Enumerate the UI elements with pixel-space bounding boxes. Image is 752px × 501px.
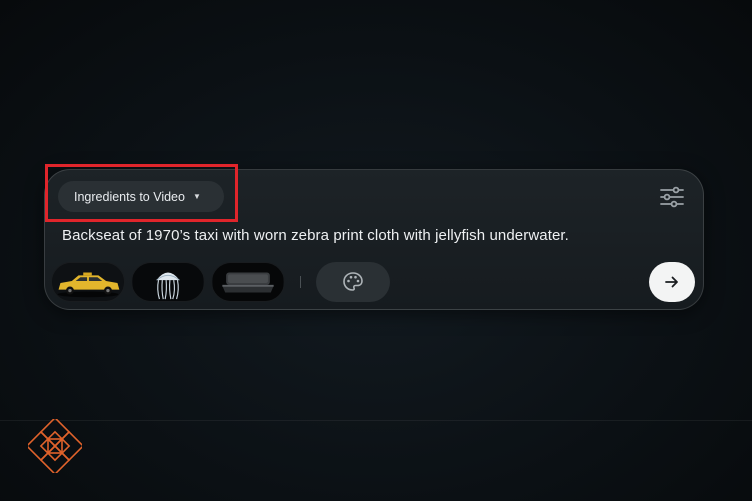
geometric-flower-logo: [28, 419, 82, 473]
yellow-taxi-thumbnail[interactable]: [51, 262, 125, 302]
divider-line: [0, 420, 752, 421]
sliders-icon[interactable]: [659, 186, 685, 208]
jellyfish-thumbnail[interactable]: [131, 262, 205, 302]
mode-dropdown-label: Ingredients to Video: [74, 189, 185, 204]
style-palette-button[interactable]: [316, 262, 390, 302]
arrow-right-icon: [665, 276, 678, 288]
send-button[interactable]: [649, 262, 695, 302]
prompt-input[interactable]: Backseat of 1970’s taxi with worn zebra …: [62, 227, 662, 244]
toolbar-divider: [300, 276, 301, 288]
app-background: Ingredients to Video ▼ Backseat of 1970’…: [0, 0, 752, 501]
mode-dropdown[interactable]: Ingredients to Video ▼: [58, 181, 224, 212]
palette-icon: [343, 272, 363, 291]
car-seat-thumbnail[interactable]: [211, 262, 285, 302]
caret-down-icon: ▼: [192, 192, 201, 201]
